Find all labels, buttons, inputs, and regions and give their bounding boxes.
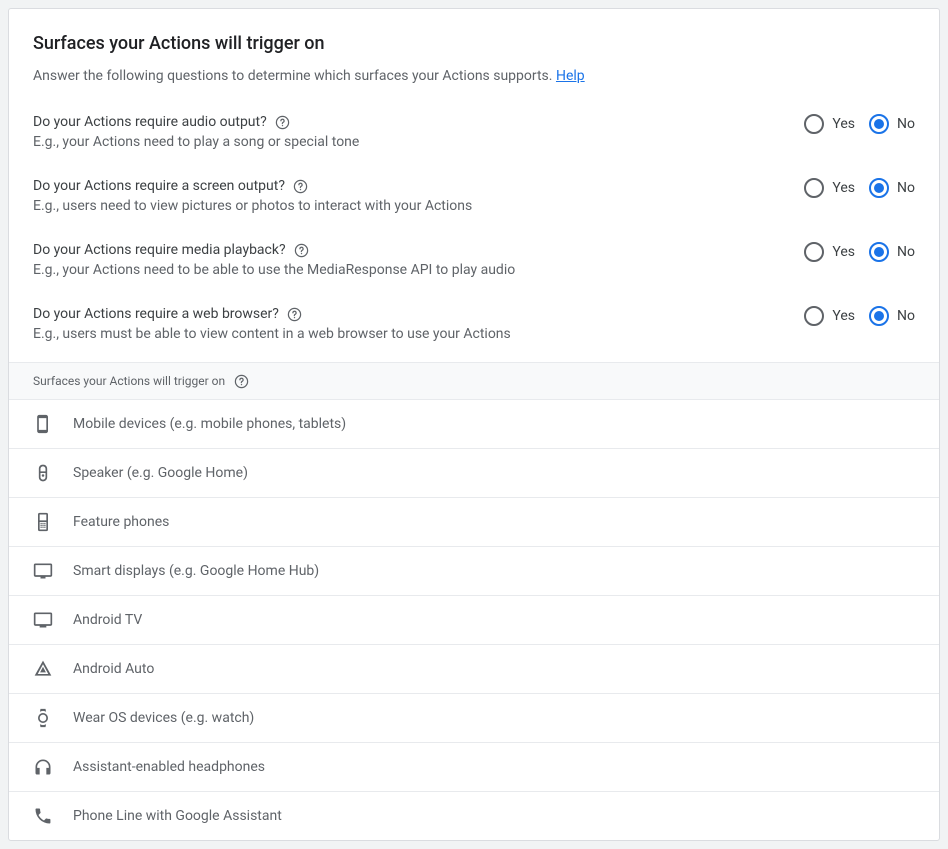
card-title: Surfaces your Actions will trigger on xyxy=(33,33,915,54)
tv-icon xyxy=(33,610,53,630)
radio-label-yes: Yes xyxy=(832,180,855,196)
surface-item-display: Smart displays (e.g. Google Home Hub) xyxy=(9,547,939,596)
help-icon[interactable] xyxy=(233,373,249,389)
radio-label-yes: Yes xyxy=(832,308,855,324)
surface-label: Wear OS devices (e.g. watch) xyxy=(73,710,254,726)
watch-icon xyxy=(33,708,53,728)
surfaces-section-header: Surfaces your Actions will trigger on xyxy=(9,362,939,400)
surface-item-tv: Android TV xyxy=(9,596,939,645)
question-text: Do your Actions require a web browser? E.… xyxy=(33,306,804,342)
radio-option-yes[interactable]: Yes xyxy=(804,242,855,262)
surface-item-phone: Phone Line with Google Assistant xyxy=(9,792,939,840)
mobile-icon xyxy=(33,414,53,434)
surfaces-card: Surfaces your Actions will trigger on An… xyxy=(8,8,940,841)
help-link[interactable]: Help xyxy=(556,68,585,84)
feature-phone-icon xyxy=(33,512,53,532)
radio-yes[interactable] xyxy=(804,178,824,198)
auto-icon xyxy=(33,659,53,679)
radio-option-no[interactable]: No xyxy=(869,178,915,198)
surface-label: Android TV xyxy=(73,612,142,628)
question-title-text: Do your Actions require a web browser? xyxy=(33,306,279,322)
question-row-screen: Do your Actions require a screen output?… xyxy=(9,170,939,234)
help-icon[interactable] xyxy=(287,306,303,322)
radio-label-yes: Yes xyxy=(832,244,855,260)
question-text: Do your Actions require audio output? E.g… xyxy=(33,114,804,150)
help-icon[interactable] xyxy=(294,242,310,258)
questions-container: Do your Actions require audio output? E.g… xyxy=(9,106,939,362)
radio-no[interactable] xyxy=(869,306,889,326)
surface-item-speaker: Speaker (e.g. Google Home) xyxy=(9,449,939,498)
radio-option-no[interactable]: No xyxy=(869,114,915,134)
surface-label: Smart displays (e.g. Google Home Hub) xyxy=(73,563,319,579)
surface-label: Phone Line with Google Assistant xyxy=(73,808,282,824)
surface-label: Android Auto xyxy=(73,661,154,677)
surface-item-watch: Wear OS devices (e.g. watch) xyxy=(9,694,939,743)
surface-label: Feature phones xyxy=(73,514,169,530)
radio-label-no: No xyxy=(897,244,915,260)
surfaces-section-title: Surfaces your Actions will trigger on xyxy=(33,374,225,388)
question-example: E.g., your Actions need to be able to us… xyxy=(33,262,804,278)
radio-label-no: No xyxy=(897,116,915,132)
radio-label-no: No xyxy=(897,308,915,324)
question-row-audio: Do your Actions require audio output? E.g… xyxy=(9,106,939,170)
radio-group: Yes No xyxy=(804,306,915,326)
radio-option-yes[interactable]: Yes xyxy=(804,178,855,198)
radio-option-no[interactable]: No xyxy=(869,242,915,262)
help-icon[interactable] xyxy=(275,114,291,130)
question-title-text: Do your Actions require audio output? xyxy=(33,114,267,130)
headphones-icon xyxy=(33,757,53,777)
radio-group: Yes No xyxy=(804,114,915,134)
question-text: Do your Actions require a screen output?… xyxy=(33,178,804,214)
question-example: E.g., users need to view pictures or pho… xyxy=(33,198,804,214)
radio-label-yes: Yes xyxy=(832,116,855,132)
help-icon[interactable] xyxy=(293,178,309,194)
question-title-text: Do your Actions require a screen output? xyxy=(33,178,285,194)
surface-item-headphones: Assistant-enabled headphones xyxy=(9,743,939,792)
radio-yes[interactable] xyxy=(804,306,824,326)
card-subtitle: Answer the following questions to determ… xyxy=(33,68,915,84)
question-example: E.g., users must be able to view content… xyxy=(33,326,804,342)
radio-option-no[interactable]: No xyxy=(869,306,915,326)
surface-label: Speaker (e.g. Google Home) xyxy=(73,465,248,481)
subtitle-text: Answer the following questions to determ… xyxy=(33,68,552,84)
radio-no[interactable] xyxy=(869,178,889,198)
radio-yes[interactable] xyxy=(804,242,824,262)
radio-group: Yes No xyxy=(804,178,915,198)
radio-group: Yes No xyxy=(804,242,915,262)
speaker-icon xyxy=(33,463,53,483)
question-title: Do your Actions require a web browser? xyxy=(33,306,804,322)
phone-icon xyxy=(33,806,53,826)
radio-yes[interactable] xyxy=(804,114,824,134)
question-title-text: Do your Actions require media playback? xyxy=(33,242,286,258)
surface-item-auto: Android Auto xyxy=(9,645,939,694)
radio-option-yes[interactable]: Yes xyxy=(804,306,855,326)
surface-item-feature-phone: Feature phones xyxy=(9,498,939,547)
radio-no[interactable] xyxy=(869,242,889,262)
question-title: Do your Actions require a screen output? xyxy=(33,178,804,194)
question-row-browser: Do your Actions require a web browser? E.… xyxy=(9,298,939,362)
question-row-media: Do your Actions require media playback? E… xyxy=(9,234,939,298)
question-text: Do your Actions require media playback? E… xyxy=(33,242,804,278)
radio-no[interactable] xyxy=(869,114,889,134)
radio-option-yes[interactable]: Yes xyxy=(804,114,855,134)
display-icon xyxy=(33,561,53,581)
question-title: Do your Actions require media playback? xyxy=(33,242,804,258)
question-title: Do your Actions require audio output? xyxy=(33,114,804,130)
surface-label: Mobile devices (e.g. mobile phones, tabl… xyxy=(73,416,346,432)
surface-item-mobile: Mobile devices (e.g. mobile phones, tabl… xyxy=(9,400,939,449)
card-header: Surfaces your Actions will trigger on An… xyxy=(9,9,939,84)
question-example: E.g., your Actions need to play a song o… xyxy=(33,134,804,150)
radio-label-no: No xyxy=(897,180,915,196)
surfaces-list: Mobile devices (e.g. mobile phones, tabl… xyxy=(9,400,939,840)
surface-label: Assistant-enabled headphones xyxy=(73,759,265,775)
